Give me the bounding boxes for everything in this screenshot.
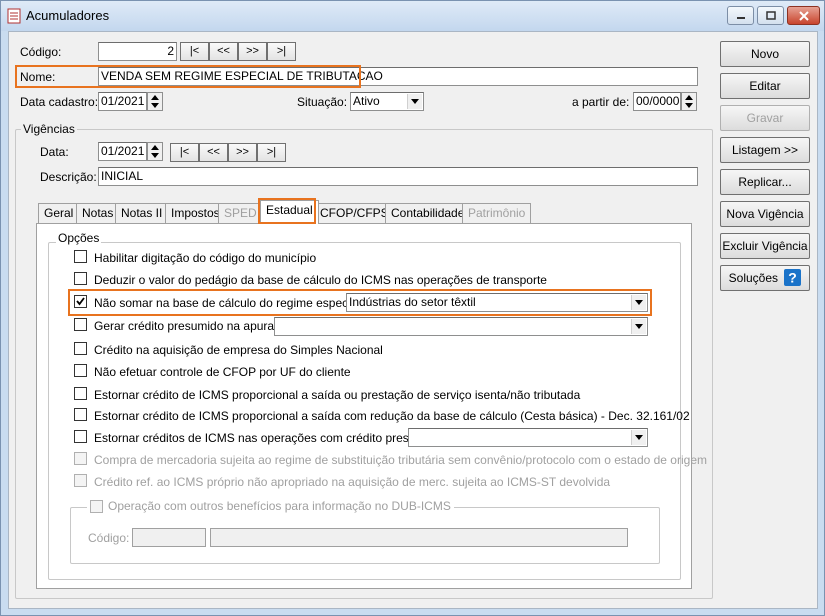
dub-icms-title: Operação com outros benefícios para info…: [108, 499, 451, 513]
next-record-button[interactable]: >>: [238, 42, 267, 61]
minimize-icon: [736, 16, 745, 19]
tab-patrimonio[interactable]: Patrimônio: [462, 203, 532, 223]
novo-button[interactable]: Novo: [720, 41, 810, 67]
tab-geral[interactable]: Geral: [38, 203, 80, 223]
listagem-button[interactable]: Listagem >>: [720, 137, 810, 163]
option-checkbox[interactable]: [74, 452, 87, 465]
option-label: Habilitar digitação do código do municíp…: [94, 251, 317, 265]
situacao-select[interactable]: Ativo: [350, 92, 424, 111]
option-checkbox[interactable]: [74, 342, 87, 355]
descricao-label: Descrição:: [40, 170, 97, 184]
solucoes-button[interactable]: Soluções ?: [720, 265, 810, 291]
last-record-button[interactable]: >|: [267, 42, 296, 61]
highlight-nome: [15, 65, 361, 88]
data-cadastro-spinner[interactable]: [147, 92, 163, 111]
option-label: Gerar crédito presumido na apuração: [94, 319, 294, 333]
vigencia-data-spinner[interactable]: [147, 142, 163, 161]
dub-icms-descricao-field: [210, 528, 628, 547]
codigo-label: Código:: [20, 45, 62, 59]
dub-icms-codigo-label: Código:: [88, 531, 130, 545]
option-label: Estornar crédito de ICMS proporcional a …: [94, 409, 690, 423]
solucoes-label: Soluções: [728, 271, 779, 285]
dub-icms-header[interactable]: Operação com outros benefícios para info…: [87, 499, 454, 515]
maximize-button[interactable]: [757, 6, 784, 25]
vigencias-title: Vigências: [21, 122, 77, 136]
option-checkbox[interactable]: [74, 272, 87, 285]
close-icon: [798, 10, 809, 21]
tab-cfop-cfps[interactable]: CFOP/CFPS: [314, 203, 395, 223]
option-label: Crédito ref. ao ICMS próprio não apropri…: [94, 475, 611, 489]
option-checkbox[interactable]: [74, 387, 87, 400]
gravar-button[interactable]: Gravar: [720, 105, 810, 131]
nova-vigencia-button[interactable]: Nova Vigência: [720, 201, 810, 227]
window: Acumuladores Código: 2 |< << >> >| Nome:…: [0, 0, 825, 616]
svg-text:?: ?: [789, 269, 798, 285]
credito-presumido-select[interactable]: [274, 317, 648, 336]
replicar-button[interactable]: Replicar...: [720, 169, 810, 195]
help-icon: ?: [784, 268, 802, 286]
vigencia-data-field[interactable]: 01/2021: [98, 142, 147, 161]
maximize-icon: [765, 11, 776, 20]
option-label: Crédito na aquisição de empresa do Simpl…: [94, 343, 383, 357]
dub-icms-checkbox[interactable]: [90, 500, 103, 513]
option-label: Não efetuar controle de CFOP por UF do c…: [94, 365, 351, 379]
vigencia-data-label: Data:: [40, 145, 69, 159]
dub-icms-codigo-field: [132, 528, 206, 547]
data-cadastro-label: Data cadastro:: [20, 95, 99, 109]
vigencia-first-button[interactable]: |<: [170, 143, 199, 162]
descricao-field[interactable]: INICIAL: [98, 167, 698, 186]
tab-impostos[interactable]: Impostos: [165, 203, 226, 223]
a-partir-field[interactable]: 00/0000: [633, 92, 681, 111]
chevron-down-icon: [631, 319, 646, 334]
previous-record-button[interactable]: <<: [209, 42, 238, 61]
situacao-label: Situação:: [297, 95, 348, 109]
vigencia-last-button[interactable]: >|: [257, 143, 286, 162]
option-checkbox[interactable]: [74, 408, 87, 421]
option-label: Compra de mercadoria sujeita ao regime d…: [94, 453, 707, 467]
situacao-value: Ativo: [353, 94, 380, 108]
vigencia-previous-button[interactable]: <<: [199, 143, 228, 162]
estorno-credito-select[interactable]: [408, 428, 648, 447]
option-checkbox[interactable]: [74, 250, 87, 263]
client-area: Código: 2 |< << >> >| Nome: VENDA SEM RE…: [8, 31, 818, 609]
window-title: Acumuladores: [26, 8, 110, 23]
opcoes-title: Opções: [56, 231, 102, 245]
codigo-field[interactable]: 2: [98, 42, 177, 61]
minimize-button[interactable]: [727, 6, 754, 25]
editar-button[interactable]: Editar: [720, 73, 810, 99]
option-checkbox[interactable]: [74, 430, 87, 443]
highlight-estadual-tab: [258, 198, 316, 224]
tab-notas[interactable]: Notas: [76, 203, 120, 223]
data-cadastro-field[interactable]: 01/2021: [98, 92, 147, 111]
close-button[interactable]: [787, 6, 820, 25]
chevron-down-icon: [631, 430, 646, 445]
tab-notas-ii[interactable]: Notas II: [115, 203, 169, 223]
tab-contabilidade[interactable]: Contabilidade: [385, 203, 471, 223]
option-checkbox[interactable]: [74, 318, 87, 331]
a-partir-spinner[interactable]: [681, 92, 697, 111]
a-partir-label: a partir de:: [572, 95, 630, 109]
first-record-button[interactable]: |<: [180, 42, 209, 61]
excluir-vigencia-button[interactable]: Excluir Vigência: [720, 233, 810, 259]
option-checkbox[interactable]: [74, 474, 87, 487]
chevron-down-icon: [407, 94, 422, 109]
highlight-regime-especial: [68, 289, 652, 316]
vigencia-next-button[interactable]: >>: [228, 143, 257, 162]
document-icon: [7, 8, 21, 24]
option-label: Estornar créditos de ICMS nas operações …: [94, 431, 442, 445]
option-label: Estornar crédito de ICMS proporcional a …: [94, 388, 581, 402]
tab-sped[interactable]: SPED: [218, 203, 263, 223]
option-checkbox[interactable]: [74, 364, 87, 377]
title-bar: Acumuladores: [1, 1, 824, 31]
option-label: Deduzir o valor do pedágio da base de cá…: [94, 273, 547, 287]
